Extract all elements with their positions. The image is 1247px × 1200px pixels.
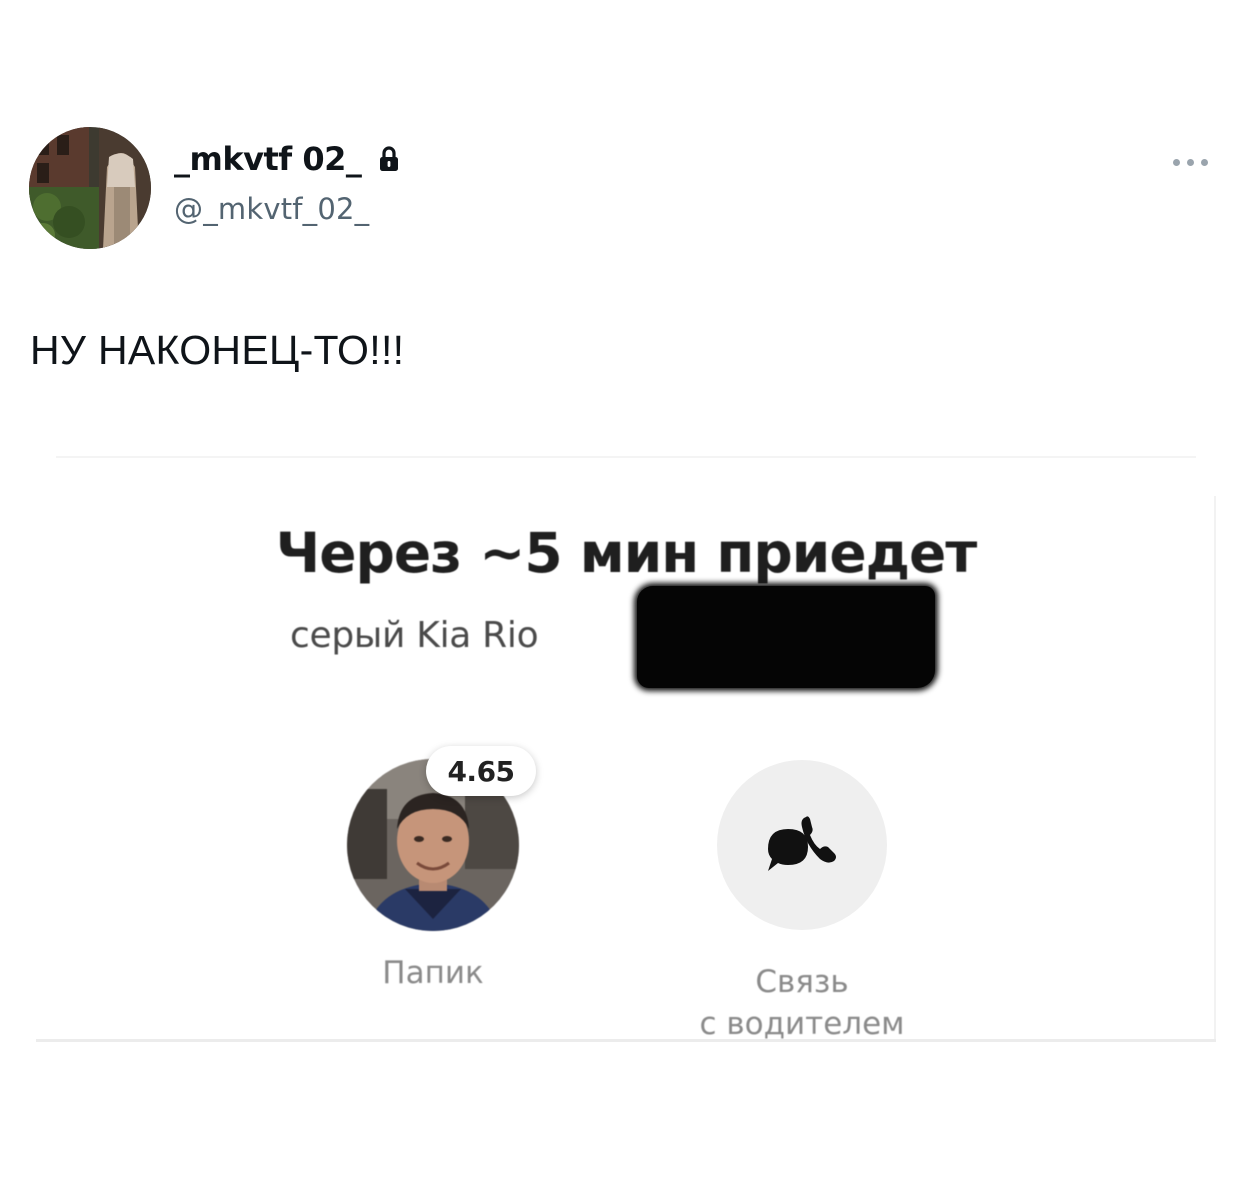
tweet-text: НУ НАКОНЕЦ-ТО!!! <box>30 327 405 373</box>
chat-phone-icon <box>768 816 836 871</box>
contact-label-line1: Связь <box>755 964 849 1000</box>
more-options-icon-dot <box>1186 158 1194 166</box>
lock-icon <box>379 146 399 172</box>
license-plate-redaction <box>637 586 935 688</box>
driver-name: Папик <box>382 955 484 991</box>
more-options-button[interactable] <box>1166 148 1214 176</box>
media-divider-top <box>56 456 1196 458</box>
media-divider-bottom <box>36 1039 1216 1042</box>
display-name-row: _mkvtf 02_ <box>174 143 399 175</box>
more-options-icon-dot <box>1200 158 1208 166</box>
profile-avatar[interactable] <box>29 127 151 249</box>
contact-driver-button[interactable] <box>717 760 887 930</box>
more-options-icon <box>1172 158 1180 166</box>
contact-driver-label: Связь с водителем <box>652 961 952 1042</box>
avatar-image <box>29 127 151 249</box>
eta-title: Через ~5 мин приедет <box>275 521 977 585</box>
user-handle[interactable]: @_mkvtf_02_ <box>174 195 369 224</box>
contact-label-line2: с водителем <box>699 1006 905 1042</box>
display-name[interactable]: _mkvtf 02_ <box>174 143 362 175</box>
tweet-media-image[interactable]: Через ~5 мин приедет серый Kia Rio 4.65 … <box>36 456 1216 1042</box>
car-description: серый Kia Rio <box>290 615 539 656</box>
driver-rating-badge: 4.65 <box>426 746 536 796</box>
